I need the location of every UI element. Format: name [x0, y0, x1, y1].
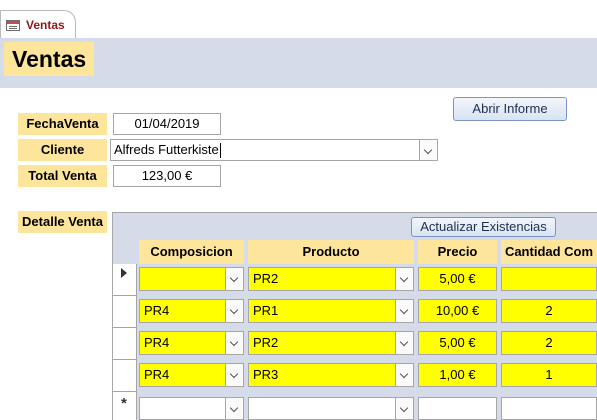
cantidad-cell[interactable]: 1	[501, 363, 597, 387]
record-selector[interactable]	[113, 328, 137, 360]
dropdown-arrow-icon[interactable]	[225, 332, 243, 354]
column-header-composicion[interactable]: Composicion	[139, 240, 244, 264]
tab-label: Ventas	[26, 18, 65, 32]
update-stock-button[interactable]: Actualizar Existencias	[411, 217, 556, 237]
cantidad-cell[interactable]	[501, 267, 597, 291]
form-icon	[6, 20, 20, 31]
total-venta-label: Total Venta	[18, 165, 107, 187]
column-header-producto[interactable]: Producto	[248, 240, 414, 264]
producto-value: PR2	[253, 271, 279, 286]
page-title: Ventas	[4, 42, 95, 76]
precio-cell-new[interactable]	[418, 397, 497, 420]
dropdown-arrow-icon[interactable]	[395, 364, 413, 386]
access-form-window: Ventas Ventas Abrir Informe FechaVenta 0…	[0, 0, 597, 420]
document-tab-strip: Ventas	[0, 0, 597, 39]
cantidad-cell-new[interactable]	[501, 397, 597, 420]
open-report-button[interactable]: Abrir Informe	[453, 97, 567, 121]
dropdown-arrow-icon[interactable]	[395, 268, 413, 290]
producto-combobox[interactable]: PR2	[248, 267, 414, 291]
current-record-arrow-icon	[121, 268, 127, 278]
composicion-value: PR4	[144, 335, 170, 350]
new-record-asterisk-icon: *	[121, 395, 127, 412]
cliente-combobox[interactable]: Alfreds Futterkiste	[110, 139, 438, 161]
composicion-combobox[interactable]	[139, 267, 244, 291]
column-header-precio[interactable]: Precio	[418, 240, 497, 264]
composicion-value: PR4	[144, 303, 170, 318]
dropdown-arrow-icon[interactable]	[225, 300, 243, 322]
new-record-selector[interactable]: *	[113, 392, 137, 420]
composicion-combobox[interactable]: PR4	[139, 299, 244, 323]
precio-cell[interactable]: 10,00 €	[418, 299, 497, 323]
cantidad-cell[interactable]: 2	[501, 299, 597, 323]
precio-cell[interactable]: 5,00 €	[418, 331, 497, 355]
producto-value: PR2	[253, 335, 279, 350]
producto-combobox[interactable]: PR1	[248, 299, 414, 323]
fecha-venta-label: FechaVenta	[18, 113, 107, 135]
composicion-combobox[interactable]: PR4	[139, 363, 244, 387]
total-venta-field[interactable]: 123,00 €	[113, 165, 221, 187]
producto-combobox[interactable]: PR3	[248, 363, 414, 387]
record-selector[interactable]	[113, 296, 137, 328]
detalle-venta-label: Detalle Venta	[18, 211, 107, 233]
tab-ventas[interactable]: Ventas	[0, 10, 76, 39]
precio-cell[interactable]: 5,00 €	[418, 267, 497, 291]
producto-combobox-new[interactable]	[248, 397, 414, 420]
dropdown-arrow-icon[interactable]	[395, 398, 413, 419]
dropdown-arrow-icon[interactable]	[225, 364, 243, 386]
dropdown-arrow-icon[interactable]	[395, 300, 413, 322]
fecha-venta-field[interactable]: 01/04/2019	[113, 113, 221, 135]
producto-value: PR1	[253, 303, 279, 318]
record-selector[interactable]	[113, 360, 137, 392]
composicion-combobox-new[interactable]	[139, 397, 244, 420]
dropdown-arrow-icon[interactable]	[395, 332, 413, 354]
dropdown-arrow-icon[interactable]	[225, 398, 243, 419]
cliente-label: Cliente	[18, 139, 107, 161]
record-selector[interactable]	[113, 264, 137, 296]
cantidad-cell[interactable]: 2	[501, 331, 597, 355]
cliente-value: Alfreds Futterkiste	[114, 142, 219, 157]
producto-combobox[interactable]: PR2	[248, 331, 414, 355]
column-header-cantidad[interactable]: Cantidad Com	[501, 240, 597, 264]
precio-cell[interactable]: 1,00 €	[418, 363, 497, 387]
composicion-value: PR4	[144, 367, 170, 382]
composicion-combobox[interactable]: PR4	[139, 331, 244, 355]
dropdown-arrow-icon[interactable]	[225, 268, 243, 290]
producto-value: PR3	[253, 367, 279, 382]
text-cursor	[219, 143, 221, 159]
dropdown-arrow-icon[interactable]	[419, 140, 437, 160]
